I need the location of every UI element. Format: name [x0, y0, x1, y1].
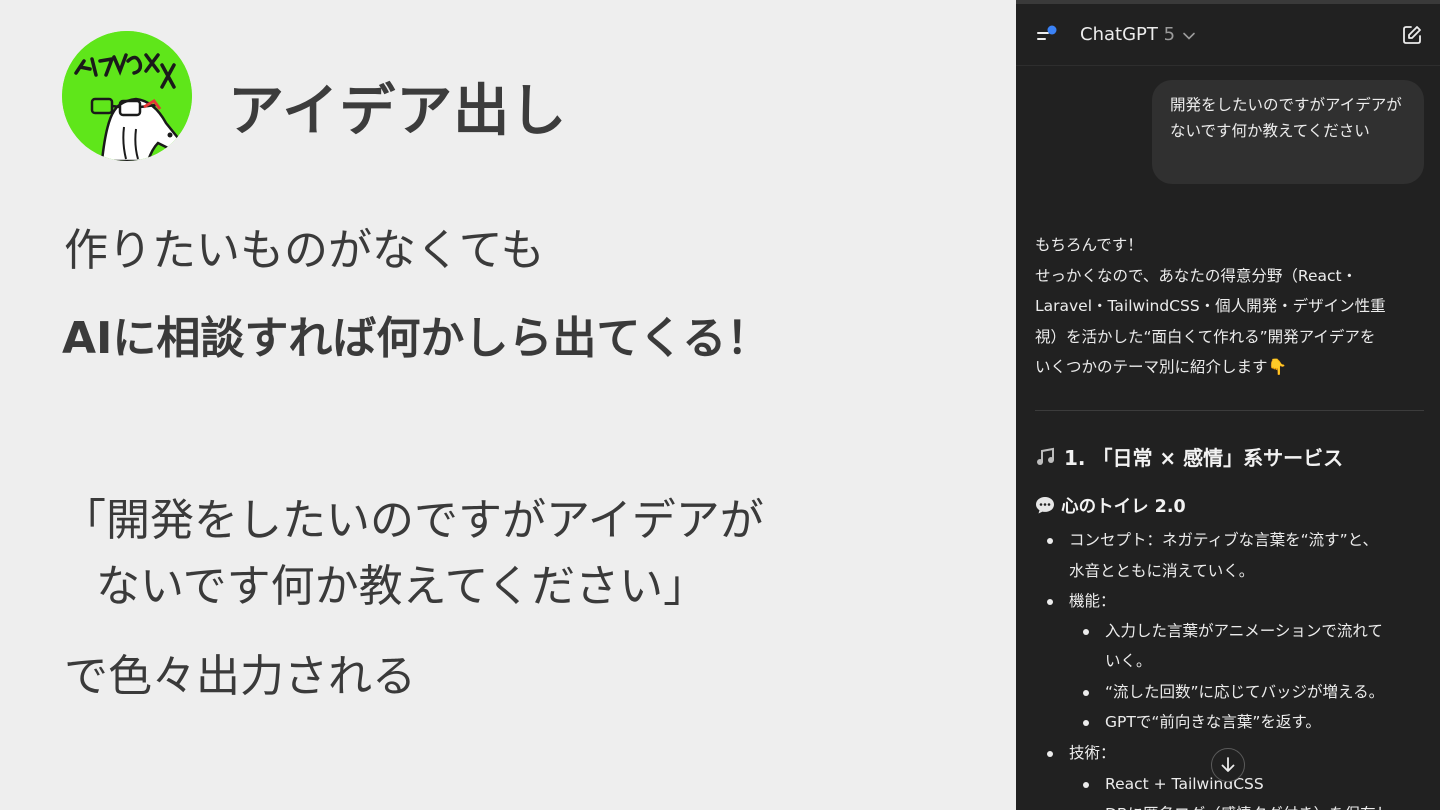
horse-mascot-avatar-icon [62, 31, 192, 161]
list-item: 機能： [1069, 592, 1116, 610]
new-chat-button[interactable] [1401, 24, 1423, 46]
bullet-dot [1047, 751, 1053, 757]
model-selector[interactable]: ChatGPT 5 [1080, 24, 1175, 45]
chevron-down-icon[interactable] [1182, 29, 1196, 43]
scroll-to-bottom-button[interactable] [1211, 748, 1245, 782]
sub-list-item: “流した回数”に応じてバッジが増える。 [1105, 683, 1385, 701]
reply-line: いくつかのテーマ別に紹介します👇 [1035, 358, 1287, 376]
slide-line-2: AIに相談すれば何かしら出てくる！ [62, 313, 771, 364]
sub-list-item-continued: いく。 [1105, 652, 1152, 670]
model-name: ChatGPT [1080, 24, 1158, 45]
slide-quote-line-2: ないです何か教えてください」 [96, 561, 708, 612]
bullet-dot [1083, 690, 1089, 696]
new-chat-icon [1403, 26, 1421, 44]
list-item: 技術： [1069, 744, 1116, 762]
bullet-dot [1047, 538, 1053, 544]
bullet-dot [1083, 629, 1089, 635]
reply-line: せっかくなので、あなたの得意分野（React・ [1035, 266, 1358, 285]
user-message-bubble: 開発をしたいのですがアイデアがないです何か教えてください [1152, 80, 1424, 184]
list-item-continued: 水音とともに消えていく。 [1069, 562, 1255, 580]
chat-panel: ChatGPT 5 開発をしたいのですがアイデアがないです何か教えてください も… [1016, 0, 1440, 810]
bullet-dot [1083, 720, 1089, 726]
reply-line: Laravel・TailwindCSS・個人開発・デザイン性重 [1035, 297, 1386, 315]
reply-line: もちろんです！ [1035, 236, 1143, 254]
reply-line: 視）を活かした“面白くて作れる”開発アイデアを [1035, 327, 1376, 346]
slide-quote-line-1: 「開発をしたいのですがアイデアが [62, 495, 764, 546]
slide: アイデア出し 作りたいものがなくても AIに相談すれば何かしら出てくる！ 「開発… [0, 0, 1016, 810]
sub-list-item: GPTで“前向きな言葉”を返す。 [1105, 713, 1321, 731]
model-version: 5 [1163, 24, 1176, 45]
music-note-icon [1035, 446, 1057, 473]
section-heading-text: 1. 「日常 × 感情」系サービス [1063, 446, 1344, 470]
speech-bubble-icon [1035, 495, 1055, 520]
chat-header: ChatGPT 5 [1016, 4, 1440, 66]
sidebar-toggle-icon [1037, 25, 1057, 40]
bullet-dot [1047, 599, 1053, 605]
slide-line-1: 作りたいものがなくても [64, 225, 545, 276]
bullet-dot [1083, 782, 1089, 788]
sub-list-item: 入力した言葉がアニメーションで流れて [1105, 622, 1383, 640]
assistant-reply: もちろんです！ せっかくなので、あなたの得意分野（React・ Laravel・… [1035, 230, 1425, 383]
arrow-down-icon [1221, 757, 1235, 772]
avatar [62, 31, 192, 161]
divider [1035, 410, 1424, 411]
sub-list-item: DBに匿名ログ（感情タグ付き）を保存し [1105, 799, 1391, 810]
idea-title-text: 心のトイレ 2.0 [1061, 497, 1186, 517]
slide-line-3: で色々出力される [64, 651, 416, 702]
list-item: コンセプト：ネガティブな言葉を“流す”と、 [1069, 531, 1379, 549]
sidebar-toggle-button[interactable] [1034, 24, 1060, 48]
idea-title: 心のトイレ 2.0 [1035, 493, 1186, 520]
slide-title: アイデア出し [228, 79, 568, 144]
section-heading: 1. 「日常 × 感情」系サービス [1035, 442, 1343, 473]
